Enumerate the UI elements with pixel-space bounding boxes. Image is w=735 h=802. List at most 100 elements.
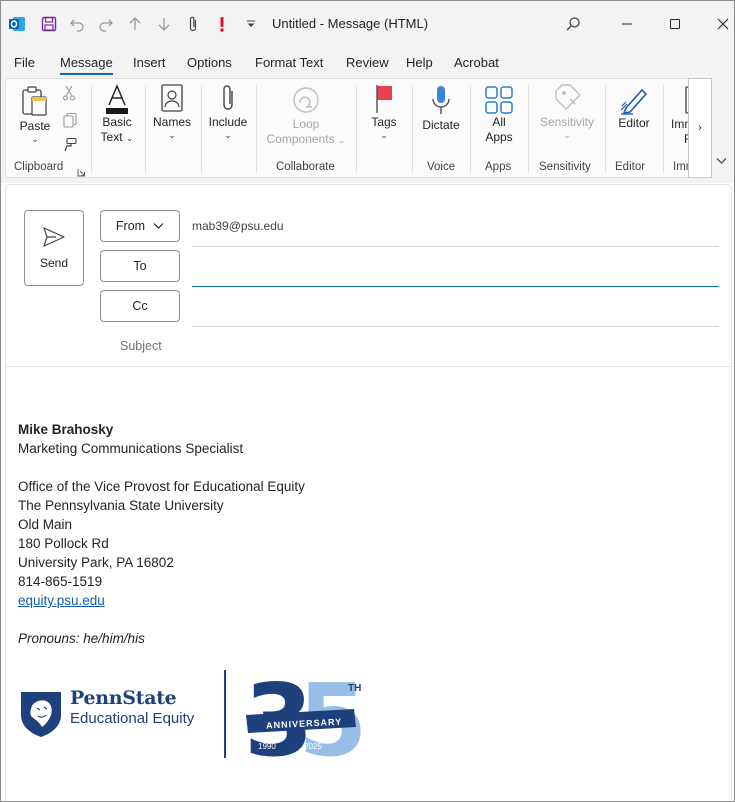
ribbon-overflow-button[interactable]: › bbox=[688, 78, 712, 178]
window-title: Untitled - Message (HTML) bbox=[272, 16, 429, 31]
font-color-icon bbox=[106, 84, 128, 114]
subject-input[interactable] bbox=[192, 331, 719, 361]
from-address: mab39@psu.edu bbox=[192, 219, 284, 233]
signature-building: Old Main bbox=[18, 517, 73, 532]
signature-office: Office of the Vice Provost for Education… bbox=[18, 479, 305, 494]
group-label-apps: Apps bbox=[485, 161, 512, 173]
tab-file[interactable]: File bbox=[14, 55, 35, 70]
send-button[interactable]: Send bbox=[24, 210, 84, 286]
chevron-down-icon: ⌄ bbox=[168, 130, 176, 140]
editor-pen-icon bbox=[620, 88, 648, 115]
paste-icon bbox=[22, 86, 47, 116]
group-label-editor: Editor bbox=[615, 161, 646, 173]
signature-website-link[interactable]: equity.psu.edu bbox=[18, 591, 305, 610]
dialog-launcher-icon[interactable] bbox=[77, 164, 86, 182]
to-input[interactable] bbox=[192, 251, 719, 285]
group-separator bbox=[528, 85, 529, 173]
chevron-right-icon: › bbox=[698, 122, 702, 134]
tab-insert[interactable]: Insert bbox=[133, 55, 166, 70]
anniversary-year-start: 1990 bbox=[258, 742, 276, 751]
group-separator bbox=[605, 85, 606, 173]
group-label-sensitivity: Sensitivity bbox=[539, 161, 591, 173]
group-label-clipboard: Clipboard bbox=[14, 161, 64, 173]
signature-logo: PennState Educational Equity 3 5 TH ANNI… bbox=[18, 665, 378, 765]
chevron-down-icon: ⌄ bbox=[31, 134, 39, 144]
sensitivity-button[interactable]: Sensitivity ⌄ bbox=[532, 79, 602, 155]
chevron-down-icon: ⌄ bbox=[224, 130, 232, 140]
paste-button[interactable]: Paste ⌄ bbox=[12, 79, 58, 155]
tab-acrobat[interactable]: Acrobat bbox=[454, 55, 499, 70]
signature-pronouns: Pronouns: he/him/his bbox=[18, 631, 145, 646]
group-label-voice: Voice bbox=[427, 161, 456, 173]
search-icon[interactable] bbox=[561, 11, 585, 37]
ribbon-collapse-button[interactable] bbox=[716, 156, 727, 168]
address-book-icon bbox=[161, 84, 183, 112]
to-underline bbox=[192, 286, 719, 287]
group-separator bbox=[201, 85, 202, 173]
from-button[interactable]: From bbox=[100, 210, 180, 242]
high-importance-icon[interactable] bbox=[210, 11, 234, 37]
signature-street: 180 Pollock Rd bbox=[18, 536, 109, 551]
active-tab-indicator bbox=[60, 73, 113, 75]
from-underline bbox=[192, 246, 719, 247]
loop-icon bbox=[293, 87, 319, 113]
signature-name: Mike Brahosky bbox=[18, 422, 114, 437]
group-label-collaborate: Collaborate bbox=[276, 161, 335, 173]
dictate-button[interactable]: Dictate bbox=[416, 79, 466, 155]
minimize-button[interactable] bbox=[607, 9, 647, 39]
cc-underline bbox=[192, 326, 719, 327]
customize-toolbar-icon[interactable] bbox=[239, 11, 263, 37]
signature-university: The Pennsylvania State University bbox=[18, 498, 224, 513]
editor-button[interactable]: Editor bbox=[609, 79, 659, 155]
signature-phone: 814-865-1519 bbox=[18, 574, 103, 589]
format-painter-icon[interactable] bbox=[62, 137, 78, 158]
flag-icon bbox=[376, 85, 392, 113]
outlook-message-window: Untitled - Message (HTML) File Message I… bbox=[0, 0, 735, 802]
microphone-icon bbox=[432, 86, 450, 114]
to-button[interactable]: To bbox=[100, 250, 180, 282]
email-signature: Mike Brahosky Marketing Communications S… bbox=[18, 420, 305, 648]
penn-state-shield-icon bbox=[21, 692, 61, 737]
chevron-down-icon bbox=[716, 158, 727, 164]
apps-grid-icon bbox=[485, 86, 513, 114]
tab-review[interactable]: Review bbox=[346, 55, 389, 70]
maximize-button[interactable] bbox=[655, 9, 695, 39]
group-separator bbox=[256, 85, 257, 173]
tab-message[interactable]: Message bbox=[60, 55, 113, 70]
subject-label: Subject bbox=[120, 339, 162, 353]
cut-icon[interactable] bbox=[62, 85, 76, 106]
arrow-up-icon[interactable] bbox=[123, 11, 147, 37]
all-apps-button[interactable]: All Apps bbox=[474, 79, 524, 155]
undo-icon[interactable] bbox=[65, 11, 89, 37]
copy-icon[interactable] bbox=[62, 112, 78, 133]
group-separator bbox=[356, 85, 357, 173]
include-button[interactable]: Include ⌄ bbox=[204, 79, 252, 155]
basic-text-button[interactable]: Basic Text ⌄ bbox=[94, 79, 140, 155]
group-separator bbox=[470, 85, 471, 173]
attach-icon[interactable] bbox=[181, 11, 205, 37]
names-button[interactable]: Names ⌄ bbox=[148, 79, 196, 155]
signature-city: University Park, PA 16802 bbox=[18, 555, 174, 570]
chevron-down-icon: ⌄ bbox=[380, 130, 388, 140]
arrow-down-icon[interactable] bbox=[152, 11, 176, 37]
cc-button[interactable]: Cc bbox=[100, 290, 180, 322]
logo-divider bbox=[224, 670, 226, 758]
tab-options[interactable]: Options bbox=[187, 55, 232, 70]
chevron-down-icon: ⌄ bbox=[125, 133, 134, 143]
outlook-logo-icon[interactable] bbox=[5, 11, 29, 37]
tab-help[interactable]: Help bbox=[406, 55, 433, 70]
sensitivity-label-icon bbox=[555, 84, 581, 110]
group-separator bbox=[145, 85, 146, 173]
loop-components-button[interactable]: Loop Components ⌄ bbox=[261, 79, 351, 155]
tab-format-text[interactable]: Format Text bbox=[255, 55, 323, 70]
close-button[interactable] bbox=[703, 9, 734, 39]
group-separator bbox=[663, 85, 664, 173]
cc-input[interactable] bbox=[192, 291, 719, 325]
save-icon[interactable] bbox=[37, 11, 61, 37]
penn-state-wordmark: PennState Educational Equity bbox=[70, 687, 195, 727]
anniversary-suffix: TH bbox=[348, 683, 361, 694]
tags-button[interactable]: Tags ⌄ bbox=[361, 79, 407, 155]
redo-icon[interactable] bbox=[94, 11, 118, 37]
ribbon: Paste ⌄ Clipboard Basic Text ⌄ Names ⌄ I… bbox=[5, 78, 710, 178]
header-divider bbox=[6, 366, 731, 367]
